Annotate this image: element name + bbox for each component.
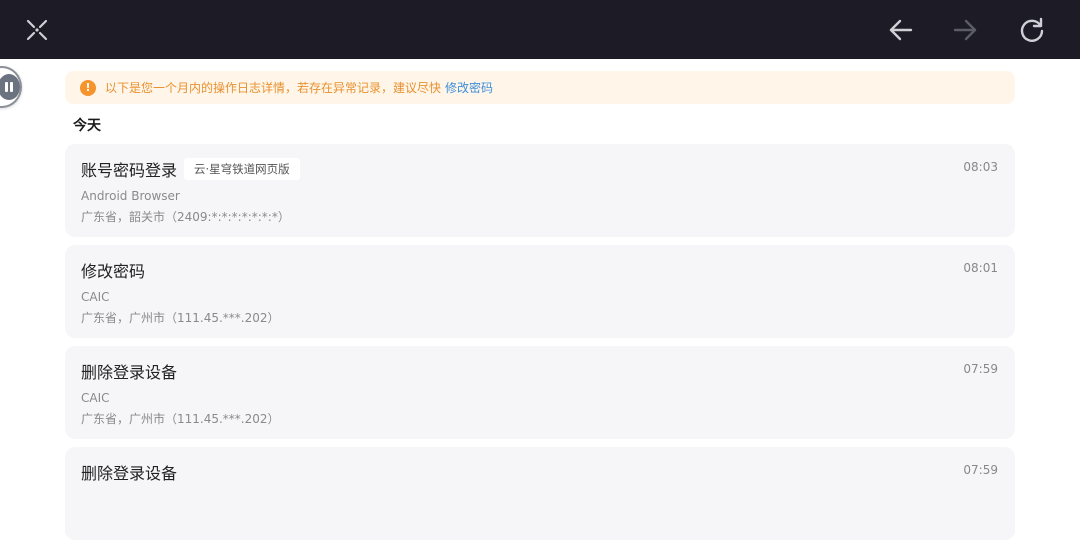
log-device: Android Browser bbox=[81, 189, 180, 203]
log-entry[interactable]: 账号密码登录 云·星穹铁道网页版 08:03 Android Browser 广… bbox=[65, 144, 1015, 237]
notice-text: 以下是您一个月内的操作日志详情，若存在异常记录，建议尽快 bbox=[105, 81, 442, 95]
back-arrow-icon[interactable] bbox=[881, 10, 921, 50]
log-entry[interactable]: 删除登录设备 07:59 bbox=[65, 447, 1015, 540]
log-entry[interactable]: 修改密码 08:01 CAIC 广东省，广州市（111.45.***.202） bbox=[65, 245, 1015, 338]
section-title-today: 今天 bbox=[73, 118, 101, 134]
floating-assistant-button[interactable] bbox=[0, 66, 22, 108]
log-location: 广东省，广州市（111.45.***.202） bbox=[81, 412, 280, 426]
log-time: 08:01 bbox=[963, 261, 998, 275]
close-icon[interactable] bbox=[17, 10, 57, 50]
log-source-tag: 云·星穹铁道网页版 bbox=[184, 158, 300, 180]
top-toolbar bbox=[0, 0, 1080, 59]
log-device: CAIC bbox=[81, 391, 110, 405]
log-title: 删除登录设备 bbox=[81, 363, 178, 382]
log-time: 08:03 bbox=[963, 160, 998, 174]
refresh-icon[interactable] bbox=[1012, 10, 1052, 50]
change-password-link[interactable]: 修改密码 bbox=[445, 79, 493, 96]
log-title: 修改密码 bbox=[81, 262, 146, 281]
log-location: 广东省，韶关市（2409:*:*:*:*:*:*:*） bbox=[81, 210, 290, 224]
forward-arrow-icon[interactable] bbox=[945, 10, 985, 50]
log-time: 07:59 bbox=[963, 362, 998, 376]
log-title: 账号密码登录 bbox=[81, 161, 178, 180]
warning-icon: ! bbox=[80, 79, 96, 96]
pause-icon bbox=[0, 74, 20, 100]
log-time: 07:59 bbox=[963, 463, 998, 477]
log-location: 广东省，广州市（111.45.***.202） bbox=[81, 311, 280, 325]
log-title: 删除登录设备 bbox=[81, 464, 178, 483]
log-device: CAIC bbox=[81, 290, 110, 304]
log-entry[interactable]: 删除登录设备 07:59 CAIC 广东省，广州市（111.45.***.202… bbox=[65, 346, 1015, 439]
security-notice-banner: ! 以下是您一个月内的操作日志详情，若存在异常记录，建议尽快 修改密码 bbox=[65, 71, 1015, 104]
